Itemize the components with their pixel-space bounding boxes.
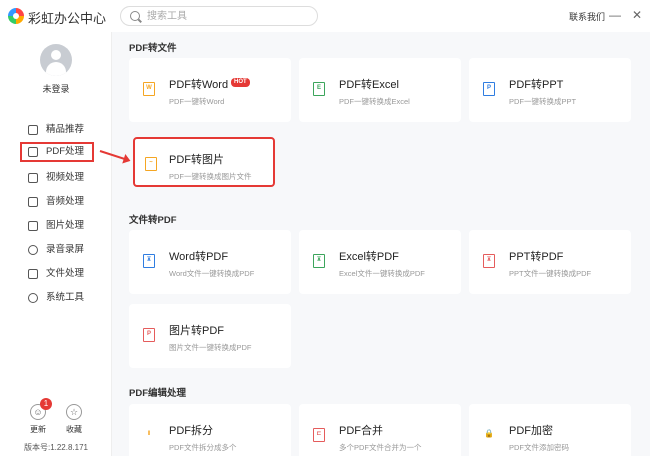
card-title: Excel转PDF bbox=[339, 251, 399, 263]
merge-icon: ⊏ bbox=[313, 428, 325, 442]
sidebar-item-label: 音频处理 bbox=[46, 196, 85, 207]
word-pdf-icon: ⊼ bbox=[143, 254, 155, 268]
card-pdf-to-ppt[interactable]: P PDF转PPT PDF一键转换成PPT bbox=[469, 58, 631, 122]
music-icon bbox=[28, 197, 38, 207]
card-title: PDF拆分 bbox=[169, 425, 213, 437]
sidebar-item-label: 系统工具 bbox=[46, 292, 85, 303]
card-title: PDF加密 bbox=[509, 425, 553, 437]
card-pdf-to-image[interactable]: ~ PDF转图片 PDF一键转换成图片文件 bbox=[133, 137, 275, 187]
section-title-pdf-edit: PDF编辑处理 bbox=[129, 388, 187, 399]
card-title: PDF转Excel bbox=[339, 79, 399, 91]
version-text: 版本号:1.22.8.171 bbox=[23, 443, 89, 452]
image-pdf-icon: P bbox=[143, 328, 155, 342]
section-title-pdf-to-file: PDF转文件 bbox=[129, 43, 177, 54]
login-status[interactable]: 未登录 bbox=[0, 82, 112, 95]
excel-file-icon: E bbox=[313, 82, 325, 96]
sidebar-item-recommended[interactable]: 精品推荐 bbox=[28, 120, 108, 140]
card-ppt-to-pdf[interactable]: ⊼ PPT转PDF PPT文件一键转换成PDF bbox=[469, 230, 631, 294]
record-icon bbox=[28, 245, 38, 255]
card-pdf-to-excel[interactable]: E PDF转Excel PDF一键转换成Excel bbox=[299, 58, 461, 122]
title-bar: 彩虹办公中心 联系我们 — ✕ bbox=[0, 0, 650, 32]
card-excel-to-pdf[interactable]: ⊼ Excel转PDF Excel文件一键转换成PDF bbox=[299, 230, 461, 294]
sidebar-item-image[interactable]: 图片处理 bbox=[28, 216, 108, 236]
card-pdf-split[interactable]: ‖ PDF拆分 PDF文件拆分成多个 bbox=[129, 404, 291, 456]
sidebar-item-pdf[interactable]: PDF处理 bbox=[20, 142, 94, 162]
card-title: PDF转Word bbox=[169, 79, 229, 91]
card-title: PDF合并 bbox=[339, 425, 383, 437]
sidebar-item-label: 图片处理 bbox=[46, 220, 85, 231]
update-badge: 1 bbox=[40, 398, 52, 410]
card-desc: PDF文件添加密码 bbox=[509, 443, 569, 452]
close-icon[interactable]: ✕ bbox=[630, 8, 644, 22]
sidebar-item-system[interactable]: 系统工具 bbox=[28, 288, 108, 308]
sidebar-item-audio[interactable]: 音频处理 bbox=[28, 192, 108, 212]
card-desc: PPT文件一键转换成PDF bbox=[509, 269, 592, 278]
minimize-icon[interactable]: — bbox=[608, 8, 622, 22]
video-icon bbox=[28, 173, 38, 183]
update-label: 更新 bbox=[30, 425, 46, 434]
excel-pdf-icon: ⊼ bbox=[313, 254, 325, 268]
gear-icon bbox=[28, 293, 38, 303]
card-pdf-merge[interactable]: ⊏ PDF合并 多个PDF文件合并为一个 bbox=[299, 404, 461, 456]
card-word-to-pdf[interactable]: ⊼ Word转PDF Word文件一键转换成PDF bbox=[129, 230, 291, 294]
card-desc: Word文件一键转换成PDF bbox=[169, 269, 255, 278]
sidebar-item-file[interactable]: 文件处理 bbox=[28, 264, 108, 284]
avatar[interactable] bbox=[40, 44, 72, 76]
card-pdf-encrypt[interactable]: 🔒 PDF加密 PDF文件添加密码 bbox=[469, 404, 631, 456]
card-title: 图片转PDF bbox=[169, 325, 224, 337]
sidebar-item-record[interactable]: 录音录屏 bbox=[28, 240, 108, 260]
card-desc: PDF文件拆分成多个 bbox=[169, 443, 237, 452]
sidebar-item-video[interactable]: 视频处理 bbox=[28, 168, 108, 188]
split-icon: ‖ bbox=[147, 431, 151, 437]
contact-us-link[interactable]: 联系我们 bbox=[569, 10, 605, 23]
image-icon bbox=[28, 221, 38, 231]
sidebar-item-label: 文件处理 bbox=[46, 268, 85, 279]
sidebar-item-label: 精品推荐 bbox=[46, 124, 85, 135]
search-icon bbox=[130, 11, 140, 21]
card-desc: PDF一键转换成Excel bbox=[339, 97, 410, 106]
word-file-icon: W bbox=[143, 82, 155, 96]
search-box[interactable] bbox=[120, 6, 318, 26]
thumbs-up-icon bbox=[28, 125, 38, 135]
sidebar: 未登录 精品推荐 PDF处理 视频处理 音频处理 图片处理 录音录屏 文件处理 … bbox=[0, 32, 112, 456]
card-desc: PDF一键转换成PPT bbox=[509, 97, 577, 106]
card-pdf-to-word[interactable]: W PDF转Word HOT PDF一键转Word bbox=[129, 58, 291, 122]
favorite-label: 收藏 bbox=[66, 425, 82, 434]
sidebar-item-label: PDF处理 bbox=[46, 146, 85, 157]
card-desc: 图片文件一键转换成PDF bbox=[169, 343, 252, 352]
main-content: PDF转文件 W PDF转Word HOT PDF一键转Word E PDF转E… bbox=[113, 32, 650, 456]
card-desc: PDF一键转Word bbox=[169, 97, 225, 106]
section-title-file-to-pdf: 文件转PDF bbox=[129, 215, 177, 226]
image-file-icon: ~ bbox=[145, 157, 157, 171]
ppt-file-icon: P bbox=[483, 82, 495, 96]
app-logo-icon bbox=[8, 8, 24, 24]
favorite-button[interactable]: ☆ 收藏 bbox=[64, 404, 84, 435]
card-desc: Excel文件一键转换成PDF bbox=[339, 269, 425, 278]
hot-badge: HOT bbox=[231, 78, 250, 87]
card-title: PDF转图片 bbox=[169, 154, 224, 166]
card-title: PDF转PPT bbox=[509, 79, 564, 91]
folder-icon bbox=[28, 269, 38, 279]
sidebar-item-label: 录音录屏 bbox=[46, 244, 85, 255]
sidebar-item-label: 视频处理 bbox=[46, 172, 85, 183]
main-scrollbar[interactable] bbox=[643, 32, 648, 456]
card-image-to-pdf[interactable]: P 图片转PDF 图片文件一键转换成PDF bbox=[129, 304, 291, 368]
star-icon: ☆ bbox=[66, 404, 82, 420]
card-title: Word转PDF bbox=[169, 251, 229, 263]
app-title: 彩虹办公中心 bbox=[28, 11, 107, 26]
card-title: PPT转PDF bbox=[509, 251, 564, 263]
card-desc: PDF一键转换成图片文件 bbox=[169, 172, 252, 181]
ppt-pdf-icon: ⊼ bbox=[483, 254, 495, 268]
lock-icon: 🔒 bbox=[484, 429, 494, 438]
card-desc: 多个PDF文件合并为一个 bbox=[339, 443, 422, 452]
pdf-icon bbox=[28, 147, 38, 157]
search-input[interactable] bbox=[147, 9, 307, 23]
